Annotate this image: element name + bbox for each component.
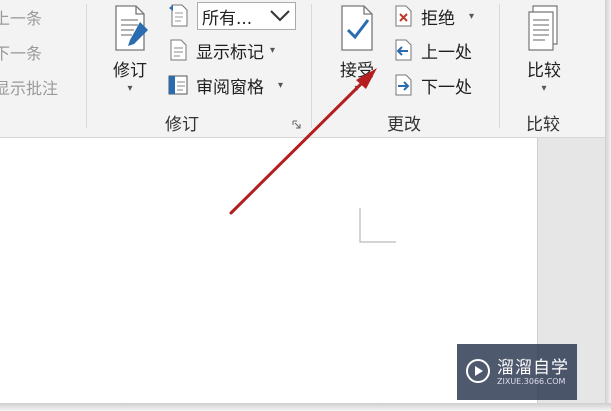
window-shadow-bottom: [0, 403, 611, 411]
watermark-title: 溜溜自学: [497, 358, 569, 378]
watermark-logo: 溜溜自学 ZIXUE.3066.COM: [457, 344, 577, 400]
watermark-subtitle: ZIXUE.3066.COM: [497, 377, 566, 386]
window-shadow-right: [605, 0, 611, 411]
word-window: 上一条 下一条 显示批注 修订 ▾ 所有... 显示标记 ▾ 审阅窗格 ▾ 修订…: [0, 0, 611, 411]
play-logo-icon: [466, 359, 490, 383]
